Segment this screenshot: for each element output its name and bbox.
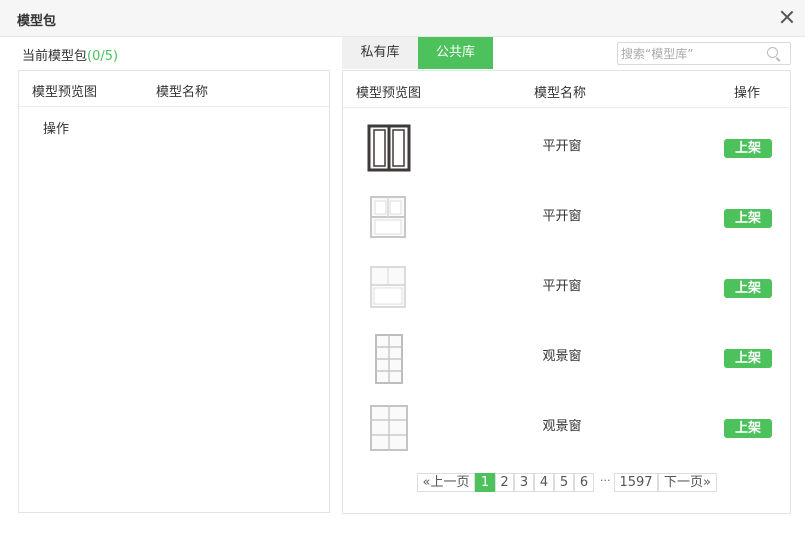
casement-window-light-icon [370,266,406,308]
page-button-3[interactable]: 3 [514,473,534,492]
model-row: 平开窗 上架 [343,114,790,184]
search-icon[interactable] [767,47,778,58]
current-package-label: 当前模型包 [22,49,88,64]
model-thumbnail [367,193,411,241]
model-thumbnail [367,263,411,311]
search-box [617,42,791,65]
model-name: 观景窗 [542,419,582,434]
tab-private-library[interactable]: 私有库 [342,37,418,69]
left-table-header: 模型预览图 模型名称 [19,71,329,107]
prev-page-button[interactable]: «上一页 [417,473,475,492]
model-thumbnail [367,403,411,451]
model-name: 平开窗 [542,139,582,154]
list-model-button[interactable]: 上架 [724,419,772,438]
page-button-1[interactable]: 1 [475,473,495,492]
casement-window-light-icon [370,196,406,238]
dialog-title: 模型包 [17,14,57,29]
model-thumbnail [367,333,411,384]
right-col-name: 模型名称 [534,86,587,101]
page-button-5[interactable]: 5 [554,473,574,492]
current-package-panel: 模型预览图 模型名称 操作 [18,70,330,513]
right-col-preview: 模型预览图 [356,86,422,101]
model-row: 观景窗 上架 [343,394,790,464]
list-model-button[interactable]: 上架 [724,279,772,298]
package-count: (0/5) [87,49,119,64]
current-package-header: 当前模型包(0/5) [22,45,118,64]
page-button-2[interactable]: 2 [495,473,514,492]
casement-window-dark-icon [367,124,411,172]
pagination-ellipsis: ··· [600,474,611,487]
left-col-preview: 模型预览图 [32,85,98,100]
search-input[interactable] [621,44,761,63]
next-page-button[interactable]: 下一页» [658,473,717,492]
model-library-panel: 模型预览图 模型名称 操作 平开窗 上架 平开窗 上架 平开窗 上架 观景窗 上… [342,70,791,514]
model-row: 平开窗 上架 [343,184,790,254]
model-thumbnail [367,124,411,172]
picture-window-icon [370,405,408,451]
page-button-6[interactable]: 6 [574,473,594,492]
left-col-action: 操作 [43,122,70,137]
close-icon[interactable] [779,9,795,25]
dialog-titlebar: 模型包 [0,0,805,37]
model-name: 平开窗 [542,209,582,224]
list-model-button[interactable]: 上架 [724,349,772,368]
list-model-button[interactable]: 上架 [724,139,772,158]
model-row: 观景窗 上架 [343,324,790,394]
tab-public-library[interactable]: 公共库 [418,37,493,69]
left-col-name: 模型名称 [156,85,209,100]
model-row: 平开窗 上架 [343,254,790,324]
right-table-header: 模型预览图 模型名称 操作 [343,71,790,108]
right-col-action: 操作 [734,86,761,101]
picture-window-icon [375,334,403,384]
model-name: 平开窗 [542,279,582,294]
list-model-button[interactable]: 上架 [724,209,772,228]
model-name: 观景窗 [542,349,582,364]
page-button-last[interactable]: 1597 [614,473,658,492]
page-button-4[interactable]: 4 [534,473,554,492]
